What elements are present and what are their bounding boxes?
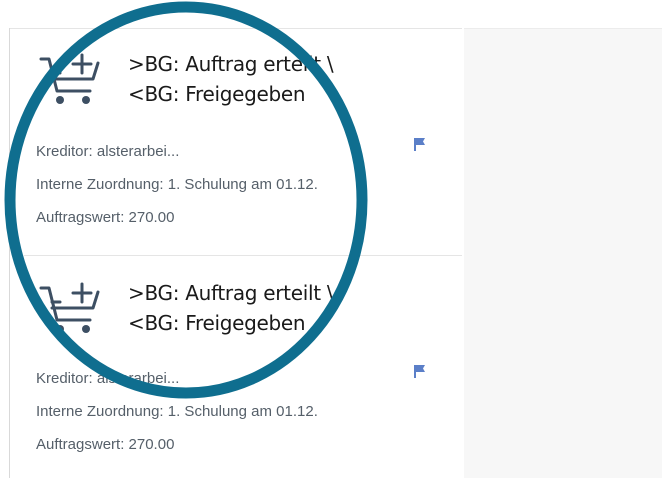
list-item[interactable]: >BG: Auftrag erteilt \ <BG: Freigegeben … xyxy=(10,29,462,256)
interne-zuordnung-attribute: Interne Zuordnung: 1. Schulung am 01.12. xyxy=(36,403,318,420)
add-to-cart-icon xyxy=(39,282,100,333)
auftragswert-attribute: Auftragswert: 270.00 xyxy=(36,436,175,453)
app-page: >BG: Auftrag erteilt \ <BG: Freigegeben … xyxy=(0,0,662,478)
flag-icon xyxy=(414,138,425,151)
list-item[interactable]: >BG: Auftrag erteilt \ <BG: Freigegeben … xyxy=(10,256,462,478)
item-title: >BG: Auftrag erteilt \ <BG: Freigegeben xyxy=(128,49,334,109)
kreditor-attribute: Kreditor: alsterarbei... xyxy=(36,143,180,160)
item-title-line-2: <BG: Freigegeben xyxy=(128,311,306,335)
item-list: >BG: Auftrag erteilt \ <BG: Freigegeben … xyxy=(10,28,462,478)
item-title-line-1: >BG: Auftrag erteilt \ xyxy=(128,281,334,305)
detail-panel xyxy=(464,28,662,478)
add-to-cart-icon xyxy=(39,53,100,104)
interne-zuordnung-attribute: Interne Zuordnung: 1. Schulung am 01.12. xyxy=(36,176,318,193)
item-title-line-2: <BG: Freigegeben xyxy=(128,82,306,106)
item-title: >BG: Auftrag erteilt \ <BG: Freigegeben xyxy=(128,278,334,338)
flag-icon xyxy=(414,365,425,378)
kreditor-attribute: Kreditor: alsterarbei... xyxy=(36,370,180,387)
item-title-line-1: >BG: Auftrag erteilt \ xyxy=(128,52,334,76)
auftragswert-attribute: Auftragswert: 270.00 xyxy=(36,209,175,226)
